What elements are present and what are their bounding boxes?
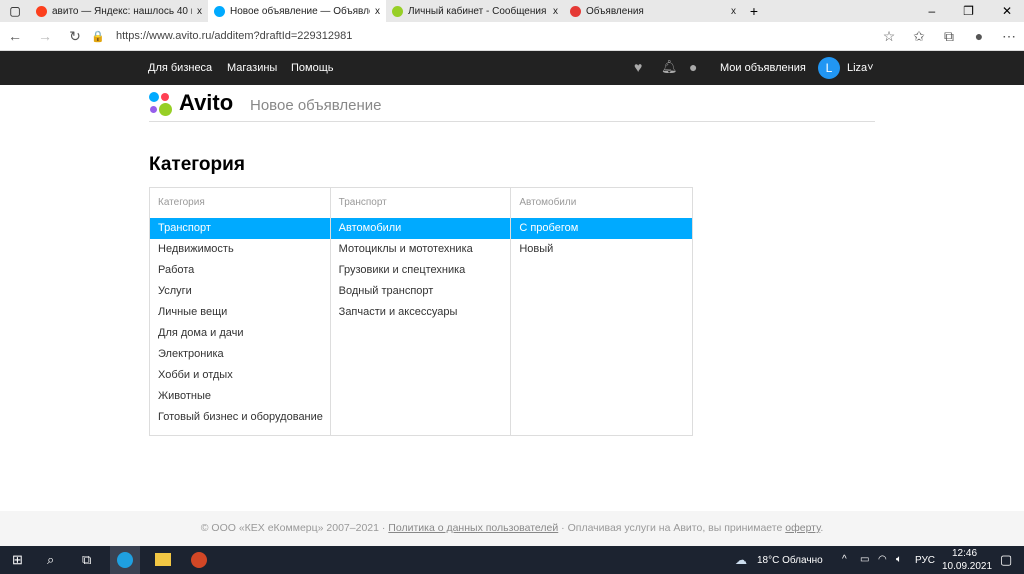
browser-tab[interactable]: Личный кабинет - Сообщения x xyxy=(386,0,564,22)
windows-start-icon[interactable]: ⊞ xyxy=(12,552,23,568)
category-item[interactable]: Автомобили xyxy=(330,218,511,239)
avatar[interactable]: L xyxy=(818,57,840,79)
category-item[interactable]: Новый xyxy=(511,239,692,260)
copyright: © ООО «КЕХ еКоммерц» 2007–2021 · xyxy=(200,522,386,534)
footer-text: · Оплачивая услуги на Авито, вы принимае… xyxy=(561,522,783,534)
category-item[interactable]: Мотоциклы и мототехника xyxy=(331,239,511,260)
category-item[interactable]: Электроника xyxy=(150,344,330,365)
category-column: Категория Транспорт Недвижимость Работа Услу… xyxy=(150,188,331,435)
tab-favicon-icon xyxy=(214,5,225,17)
nav-help[interactable]: Помощь xyxy=(291,62,334,74)
close-window-icon[interactable]: ✕ xyxy=(1002,4,1012,18)
tray-chevron-icon[interactable]: ^ xyxy=(842,554,847,565)
column-header: Автомобили xyxy=(519,197,577,208)
browser-tab[interactable]: Объявления x xyxy=(564,0,742,22)
page-title: Категория xyxy=(149,154,245,175)
favorites-icon[interactable]: ✩ xyxy=(904,28,934,45)
taskbar: ⊞ ⌕ ⧉ ☁ 18°C Облачно ^ ▭ ◠ 🔈︎ РУС 12:46 … xyxy=(0,546,1024,574)
weather[interactable]: 18°C Облачно xyxy=(757,555,823,566)
messages-icon[interactable]: ● xyxy=(689,59,697,75)
footer-end: . xyxy=(820,522,824,534)
back-icon[interactable]: ← xyxy=(0,28,30,44)
clock-time[interactable]: 12:46 xyxy=(952,548,977,559)
tab-actions-icon[interactable]: ▢ xyxy=(0,4,30,18)
category-item[interactable]: Услуги xyxy=(150,281,330,302)
category-item[interactable]: Хобби и отдых xyxy=(150,365,330,386)
privacy-policy-link[interactable]: Политика о данных пользователей xyxy=(388,522,558,534)
user-menu[interactable]: Liza˅ xyxy=(847,62,874,74)
browser-tab[interactable]: авито — Яндекс: нашлось 40 млн x xyxy=(30,0,208,22)
refresh-icon[interactable]: ↻ xyxy=(60,28,90,45)
category-item[interactable]: Животные xyxy=(150,386,330,407)
task-view-icon[interactable]: ⧉ xyxy=(82,552,91,568)
tab-close-icon[interactable]: x xyxy=(553,6,558,17)
favorites-heart-icon[interactable]: ♥ xyxy=(634,59,642,75)
search-icon[interactable]: ⌕ xyxy=(47,552,54,568)
tab-favicon-icon xyxy=(392,5,403,17)
category-item[interactable]: Запчасти и аксессуары xyxy=(331,302,511,323)
tab-title: Личный кабинет - Сообщения xyxy=(408,5,547,17)
avito-logo[interactable]: Avito xyxy=(149,90,233,116)
tab-close-icon[interactable]: x xyxy=(731,6,736,17)
tab-close-icon[interactable]: x xyxy=(375,6,380,17)
clock-date[interactable]: 10.09.2021 xyxy=(942,561,992,572)
category-item[interactable]: Для дома и дачи xyxy=(150,323,330,344)
category-selector: Категория Транспорт Недвижимость Работа Услу… xyxy=(149,187,693,436)
column-header: Категория xyxy=(158,197,205,208)
category-item[interactable]: Недвижимость xyxy=(150,239,330,260)
notifications-bell-icon[interactable]: 🔔︎ xyxy=(661,59,678,75)
divider xyxy=(149,121,875,122)
minimize-icon[interactable]: – xyxy=(928,4,935,18)
nav-business[interactable]: Для бизнеса xyxy=(148,62,212,74)
tab-title: Объявления xyxy=(586,5,644,17)
address-bar-row: ← → ↻ 🔒 https://www.avito.ru/additem?dra… xyxy=(0,22,1024,51)
footer: © ООО «КЕХ еКоммерц» 2007–2021 · Политик… xyxy=(0,511,1024,546)
category-item[interactable]: Личные вещи xyxy=(150,302,330,323)
restore-icon[interactable]: ❐ xyxy=(963,4,974,18)
powerpoint-icon[interactable] xyxy=(191,552,207,568)
browser-tab-bar: ▢ авито — Яндекс: нашлось 40 млнxНовое о… xyxy=(0,0,1024,22)
category-item[interactable]: Готовый бизнес и оборудование xyxy=(150,407,330,428)
tab-favicon-icon xyxy=(570,5,581,17)
category-item[interactable]: С пробегом xyxy=(511,218,693,239)
profile-icon[interactable]: ● xyxy=(964,28,994,44)
forward-icon[interactable]: → xyxy=(30,28,60,44)
category-item[interactable]: Транспорт xyxy=(150,218,330,239)
page-subtitle: Новое объявление xyxy=(250,97,382,114)
network-icon[interactable]: ▭ xyxy=(860,554,869,565)
collections-icon[interactable]: ⧉ xyxy=(934,28,964,45)
avito-logo-icon xyxy=(149,91,173,116)
weather-cloud-icon: ☁ xyxy=(735,553,747,567)
more-icon[interactable]: ⋯ xyxy=(994,28,1024,45)
category-item[interactable]: Грузовики и спецтехника xyxy=(331,260,511,281)
edge-app-icon[interactable] xyxy=(110,546,140,574)
nav-shops[interactable]: Магазины xyxy=(227,62,277,74)
new-tab-button[interactable]: + xyxy=(742,3,766,19)
tab-favicon-icon xyxy=(36,5,47,17)
tab-title: авито — Яндекс: нашлось 40 млн xyxy=(52,5,192,17)
my-ads-link[interactable]: Мои объявления xyxy=(720,62,806,74)
top-nav: Для бизнеса Магазины Помощь ♥ 🔔︎ ● Мои о… xyxy=(0,51,1024,85)
tab-title: Новое объявление — Объявления xyxy=(230,5,370,17)
column-header: Транспорт xyxy=(338,197,387,208)
url-input[interactable]: https://www.avito.ru/additem?draftId=229… xyxy=(116,30,874,42)
category-item[interactable]: Работа xyxy=(150,260,330,281)
file-explorer-icon[interactable] xyxy=(155,553,171,566)
favorite-star-icon[interactable]: ☆ xyxy=(874,28,904,45)
volume-icon[interactable]: 🔈︎ xyxy=(896,554,902,565)
notifications-icon[interactable]: ▢ xyxy=(1000,552,1012,568)
category-item[interactable]: Водный транспорт xyxy=(331,281,511,302)
brand-name: Avito xyxy=(179,90,234,115)
offer-link[interactable]: оферту xyxy=(785,522,820,534)
tab-close-icon[interactable]: x xyxy=(197,6,202,17)
browser-tab[interactable]: Новое объявление — Объявления x xyxy=(208,0,386,22)
category-column: Автомобили С пробегом Новый xyxy=(511,188,693,435)
language[interactable]: РУС xyxy=(915,555,935,566)
lock-icon: 🔒 xyxy=(91,30,105,43)
wifi-icon[interactable]: ◠ xyxy=(878,554,887,565)
category-column: Транспорт Автомобили Мотоциклы и мототехни… xyxy=(330,188,512,435)
